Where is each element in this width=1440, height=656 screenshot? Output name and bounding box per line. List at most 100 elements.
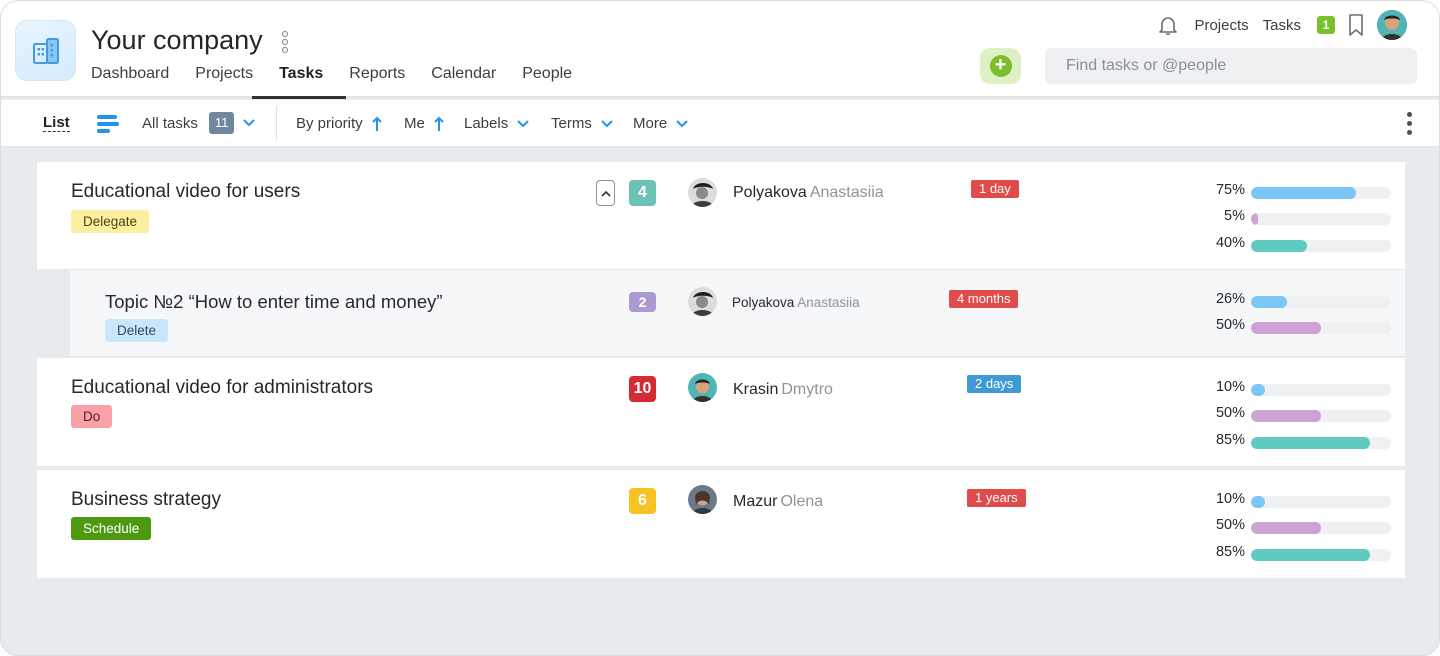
progress-track: [1251, 322, 1391, 334]
tab-reports[interactable]: Reports: [336, 64, 418, 97]
plus-icon: +: [989, 55, 1012, 77]
subtask-row[interactable]: Topic №2 “How to enter time and money” D…: [70, 269, 1405, 356]
app-frame: Your company Dashboard Projects Tasks Re…: [0, 0, 1440, 656]
progress-percent: 85%: [1215, 432, 1245, 448]
progress-track: [1251, 187, 1391, 199]
progress-percent: 85%: [1215, 544, 1245, 560]
assignee-name[interactable]: Mazur Olena: [733, 493, 823, 511]
progress-fill: [1251, 437, 1370, 449]
sort-by-priority-label: By priority: [296, 115, 363, 132]
assignee-last-name: Dmytro: [781, 381, 833, 398]
progress-fill: [1251, 322, 1321, 334]
labels-filter-label: Labels: [464, 115, 509, 132]
building-icon: [32, 37, 59, 64]
tab-projects[interactable]: Projects: [182, 64, 266, 97]
assignee-first-name: Polyakova: [732, 295, 795, 310]
assignee-name[interactable]: Krasin Dmytro: [733, 381, 833, 399]
company-menu-icon[interactable]: [282, 31, 292, 55]
tasks-count-badge: 1: [1317, 16, 1335, 34]
chevron-down-icon: [517, 119, 529, 127]
terms-filter[interactable]: Terms: [551, 115, 613, 132]
due-badge: 4 months: [949, 290, 1019, 308]
add-button[interactable]: +: [980, 48, 1021, 84]
more-filter[interactable]: More: [633, 115, 688, 132]
assignee-avatar[interactable]: [688, 287, 717, 316]
progress-bar: 50%: [1176, 517, 1391, 537]
subtask-count: 4: [629, 180, 656, 206]
gantt-view-icon[interactable]: [96, 114, 120, 134]
toolbar-more-icon[interactable]: [1407, 112, 1413, 139]
task-title[interactable]: Topic №2 “How to enter time and money”: [105, 291, 443, 313]
tab-dashboard[interactable]: Dashboard: [91, 64, 182, 97]
task-label[interactable]: Do: [71, 405, 113, 428]
sort-by-me[interactable]: Me: [404, 115, 444, 132]
progress-bar: 50%: [1176, 405, 1391, 425]
progress-track: [1251, 549, 1391, 561]
progress-percent: 26%: [1215, 291, 1245, 307]
company-name: Your company: [91, 25, 263, 55]
subtask-count: 6: [629, 488, 656, 514]
progress-percent: 40%: [1215, 235, 1245, 251]
tab-people[interactable]: People: [509, 64, 585, 97]
progress-percent: 5%: [1224, 208, 1245, 224]
assignee-avatar[interactable]: [688, 178, 717, 207]
collapse-subtasks-button[interactable]: [596, 180, 615, 206]
user-avatar[interactable]: [1377, 10, 1407, 40]
progress-percent: 50%: [1215, 405, 1245, 421]
progress-track: [1251, 522, 1391, 534]
progress-bar: 50%: [1176, 317, 1391, 337]
progress-bar: 10%: [1176, 491, 1391, 511]
progress-bar: 5%: [1176, 208, 1391, 228]
arrow-up-icon: [371, 116, 382, 131]
progress-bar: 26%: [1176, 291, 1391, 311]
subtask-count: 10: [629, 376, 656, 402]
more-filter-label: More: [633, 115, 668, 132]
due-badge: 1 day: [971, 180, 1019, 198]
progress-track: [1251, 213, 1391, 225]
progress-track: [1251, 437, 1391, 449]
assignee-avatar[interactable]: [688, 485, 717, 514]
company-logo[interactable]: [15, 20, 76, 81]
tab-tasks[interactable]: Tasks: [252, 64, 347, 99]
labels-filter[interactable]: Labels: [464, 115, 529, 132]
progress-track: [1251, 240, 1391, 252]
header: Your company Dashboard Projects Tasks Re…: [1, 1, 1439, 99]
assignee-first-name: Mazur: [733, 493, 778, 510]
chevron-up-icon: [600, 190, 611, 197]
progress-percent: 50%: [1215, 517, 1245, 533]
chevron-down-icon: [243, 119, 256, 127]
assignee-name[interactable]: Polyakova Anastasiia: [732, 295, 860, 310]
task-label[interactable]: Delete: [105, 319, 169, 342]
task-label[interactable]: Delegate: [71, 210, 150, 233]
assignee-avatar[interactable]: [688, 373, 717, 402]
progress-track: [1251, 384, 1391, 396]
assignee-first-name: Polyakova: [733, 184, 807, 201]
task-title[interactable]: Educational video for users: [71, 181, 300, 203]
list-view-toggle[interactable]: List: [43, 115, 70, 132]
search-input[interactable]: [1045, 48, 1417, 84]
task-title[interactable]: Educational video for administrators: [71, 377, 373, 399]
task-title[interactable]: Business strategy: [71, 489, 221, 511]
due-badge: 1 years: [967, 489, 1026, 507]
sort-by-priority[interactable]: By priority: [296, 115, 382, 132]
progress-fill: [1251, 240, 1307, 252]
progress-percent: 10%: [1215, 379, 1245, 395]
assignee-last-name: Olena: [780, 493, 824, 510]
chevron-down-icon: [676, 119, 688, 127]
top-right-bar: Projects Tasks 1: [1156, 10, 1407, 40]
all-tasks-count: 11: [208, 112, 235, 134]
tab-calendar[interactable]: Calendar: [418, 64, 509, 97]
progress-track: [1251, 410, 1391, 422]
all-tasks-filter[interactable]: All tasks 11: [142, 112, 256, 134]
assignee-name[interactable]: Polyakova Anastasiia: [733, 184, 884, 202]
top-link-projects[interactable]: Projects: [1194, 17, 1248, 34]
arrow-up-icon: [434, 116, 444, 131]
bell-icon[interactable]: [1156, 13, 1180, 37]
bookmark-icon[interactable]: [1347, 13, 1365, 37]
progress-percent: 10%: [1215, 491, 1245, 507]
progress-percent: 75%: [1215, 182, 1245, 198]
task-label[interactable]: Schedule: [71, 517, 152, 540]
progress-fill: [1251, 522, 1321, 534]
terms-filter-label: Terms: [551, 115, 592, 132]
top-link-tasks[interactable]: Tasks: [1263, 17, 1301, 34]
